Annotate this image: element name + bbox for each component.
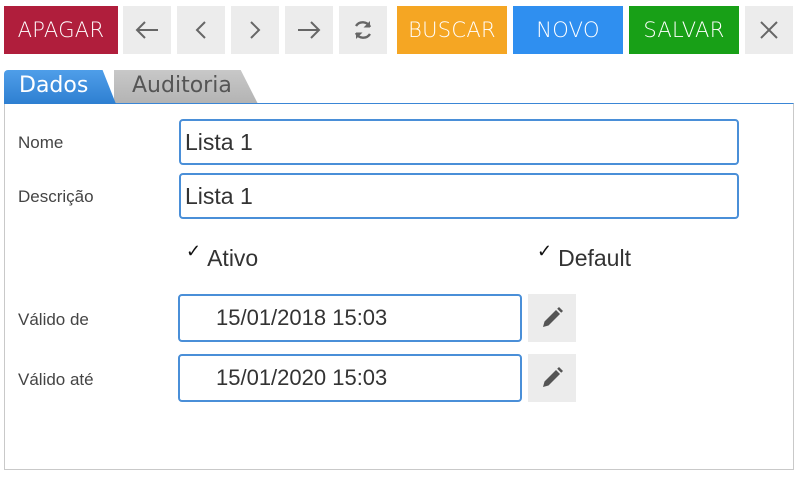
refresh-icon (354, 21, 372, 39)
salvar-button[interactable]: SALVAR (629, 6, 739, 54)
checkmark-icon: ✓ (537, 241, 553, 261)
first-record-button[interactable] (123, 6, 171, 54)
buscar-button[interactable]: BUSCAR (397, 6, 507, 54)
previous-record-button[interactable] (177, 6, 225, 54)
tab-dados[interactable]: Dados (4, 70, 116, 104)
pencil-icon (543, 367, 563, 387)
arrow-left-icon (135, 21, 158, 39)
nome-input[interactable] (185, 128, 737, 156)
descricao-input[interactable] (185, 182, 737, 210)
next-record-button[interactable] (231, 6, 279, 54)
novo-button[interactable]: NOVO (513, 6, 623, 54)
descricao-label: Descrição (18, 187, 94, 206)
close-button[interactable] (745, 6, 793, 54)
valido-de-label: Válido de (18, 310, 89, 329)
valido-de-edit-button[interactable] (528, 294, 576, 342)
arrow-right-icon (298, 21, 321, 39)
last-record-button[interactable] (285, 6, 333, 54)
nome-label: Nome (18, 133, 64, 152)
valido-ate-field[interactable]: 15/01/2020 15:03 (178, 354, 522, 402)
default-label: Default (558, 245, 631, 271)
tab-bar: Auditoria Dados (0, 66, 799, 104)
apagar-button[interactable]: APAGAR (4, 6, 118, 54)
nome-field[interactable] (179, 119, 739, 165)
default-checkbox[interactable]: ✓ Default (537, 241, 631, 272)
refresh-button[interactable] (339, 6, 387, 54)
close-icon (760, 21, 778, 39)
valido-de-field[interactable]: 15/01/2018 15:03 (178, 294, 522, 342)
toolbar: APAGAR BUSCAR NOVO SALVAR (0, 0, 799, 56)
checkmark-icon: ✓ (186, 241, 202, 261)
tab-auditoria[interactable]: Auditoria (114, 70, 258, 104)
valido-ate-edit-button[interactable] (528, 354, 576, 402)
pencil-icon (543, 307, 563, 327)
ativo-checkbox[interactable]: ✓ Ativo (186, 241, 259, 272)
chevron-right-icon (250, 21, 261, 39)
descricao-field[interactable] (179, 173, 739, 219)
valido-de-value: 15/01/2018 15:03 (216, 305, 388, 330)
valido-ate-value: 15/01/2020 15:03 (216, 365, 388, 390)
valido-ate-label: Válido até (18, 370, 94, 389)
ativo-label: Ativo (207, 245, 259, 271)
chevron-left-icon (195, 21, 206, 39)
